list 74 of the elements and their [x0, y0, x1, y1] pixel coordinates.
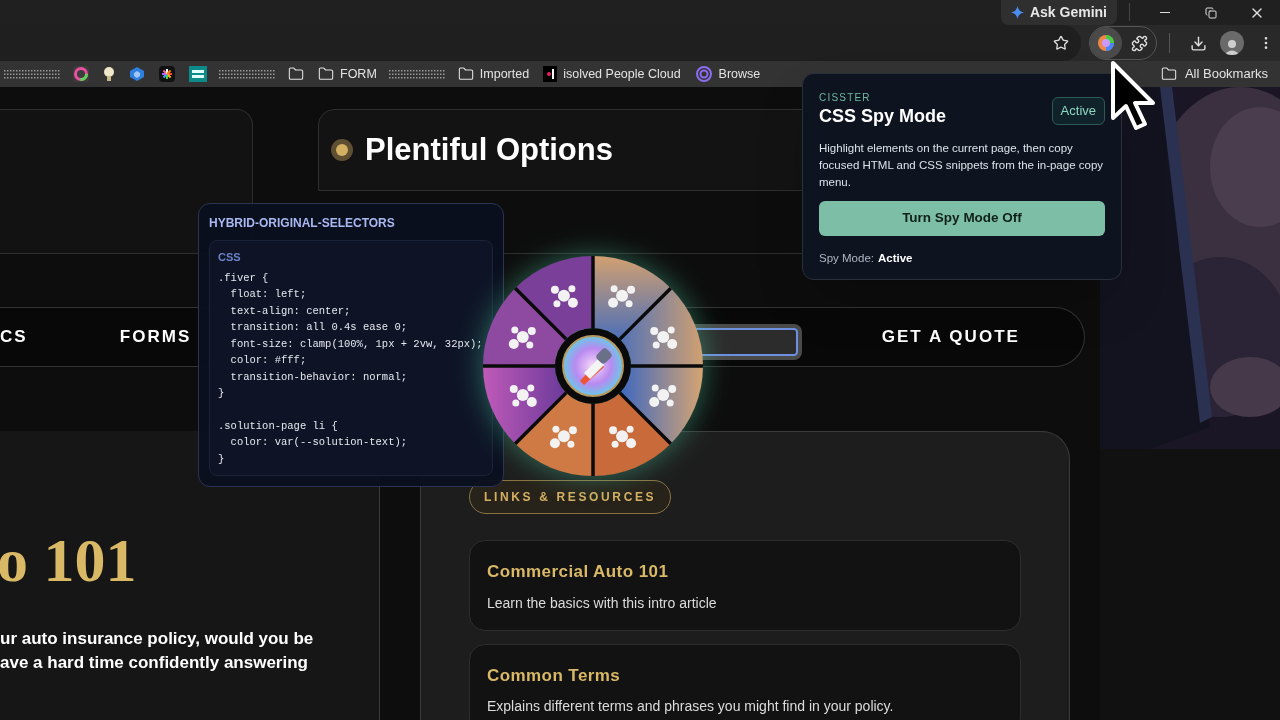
tool-segment[interactable] [483, 366, 567, 444]
bookmark-folder[interactable]: FORM [312, 61, 383, 87]
code-line: .fiver { [218, 270, 270, 286]
dots-icon [509, 384, 537, 408]
popup-title: CSS Spy Mode [819, 105, 947, 128]
bookmark-star-icon[interactable] [1053, 35, 1069, 51]
eyedropper-button[interactable] [555, 328, 631, 404]
color-wheel-icon [1097, 34, 1115, 52]
tool-segment[interactable] [593, 392, 671, 476]
popup-description: Highlight elements on the current page, then copy focused HTML and CSS snippets from the in-page copy menu. [819, 140, 1105, 190]
intro-text: ur auto insurance policy, would you be [0, 628, 315, 650]
resource-card[interactable]: Commercial Auto 101 Learn the basics with this intro article [469, 540, 1021, 631]
code-line: color: var(--solution-text); [229, 435, 409, 450]
resource-card[interactable]: Common Terms Explains different terms and phrases you might find in your policy. [469, 643, 1021, 720]
bookmark-link[interactable]: isolved People Cloud [537, 61, 687, 87]
dots-icon [650, 326, 678, 349]
dots-icon [549, 425, 577, 449]
bookmark-folder[interactable]: Imported [451, 61, 536, 87]
code-line: .solution-page li { [218, 418, 339, 434]
code-line: } [218, 451, 226, 467]
resource-description: Explains different terms and phrases you might find in your policy. [487, 697, 895, 716]
dots-icon [608, 285, 636, 308]
status-value: Active [878, 250, 913, 266]
cube-icon[interactable] [129, 66, 145, 82]
code-line: transition: all 0.4s ease 0; [229, 320, 409, 335]
puzzle-icon [1130, 34, 1148, 52]
dots-icon [550, 285, 578, 308]
burst-icon[interactable] [159, 66, 175, 82]
folder-icon [457, 66, 474, 82]
minimize-icon [1160, 12, 1170, 13]
redacted-label-icon[interactable] [219, 69, 276, 79]
nav-link[interactable]: FORMS [119, 324, 192, 350]
status-label: Spy Mode: [819, 250, 874, 266]
language-label: CSS [218, 250, 242, 265]
site-logo-icon [543, 66, 558, 82]
nav-link[interactable]: CS [0, 324, 28, 350]
extension-button[interactable] [1090, 27, 1122, 59]
restore-icon [1205, 6, 1217, 19]
code-line: float: left; [229, 287, 308, 302]
dots-icon [508, 326, 536, 349]
resource-description: Learn the basics with this intro article [487, 593, 718, 613]
folder-icon [1160, 66, 1177, 82]
code-line: text-align: center; [229, 303, 352, 319]
ask-gemini-button[interactable]: Ask Gemini [1000, 0, 1117, 25]
status-badge: Active [1051, 97, 1105, 125]
nav-link[interactable]: GET A QUOTE [881, 324, 1020, 350]
code-line: } [218, 386, 226, 401]
resource-title: Commercial Auto 101 [487, 561, 670, 583]
profile-avatar[interactable] [1220, 31, 1244, 55]
dots-icon [609, 425, 637, 449]
redacted-label-icon[interactable] [4, 69, 61, 79]
cursor-icon [1110, 60, 1158, 132]
tool-segment[interactable] [515, 256, 593, 340]
code-line: color: #fff; [229, 353, 308, 368]
lightbulb-icon[interactable] [103, 66, 115, 82]
tool-segment[interactable] [619, 288, 703, 366]
section-title: Plentiful Options [365, 130, 613, 169]
resources-badge: LINKS & RESOURCES [469, 480, 672, 514]
bookmark-link[interactable]: Browse [688, 61, 767, 87]
panel-title: HYBRID-ORIGINAL-SELECTORS [209, 215, 396, 232]
turn-off-button[interactable]: Turn Spy Mode Off [819, 200, 1105, 236]
sparkle-icon [1010, 6, 1024, 19]
resource-title: Common Terms [487, 664, 622, 687]
folder-icon [318, 66, 334, 82]
code-line: transition-behavior: normal; [229, 369, 409, 385]
brand-label: CISSTER [819, 91, 872, 105]
code-line: font-size: clamp(100%, 1px + 2vw, 32px); [229, 336, 484, 352]
folder-icon [288, 66, 304, 82]
dots-icon [649, 384, 677, 408]
ring-icon[interactable] [73, 66, 89, 82]
redacted-label-icon[interactable] [388, 69, 446, 79]
intro-text: ave a hard time confidently answering [0, 652, 309, 674]
download-icon [1189, 34, 1207, 52]
tile-icon[interactable] [189, 66, 207, 82]
